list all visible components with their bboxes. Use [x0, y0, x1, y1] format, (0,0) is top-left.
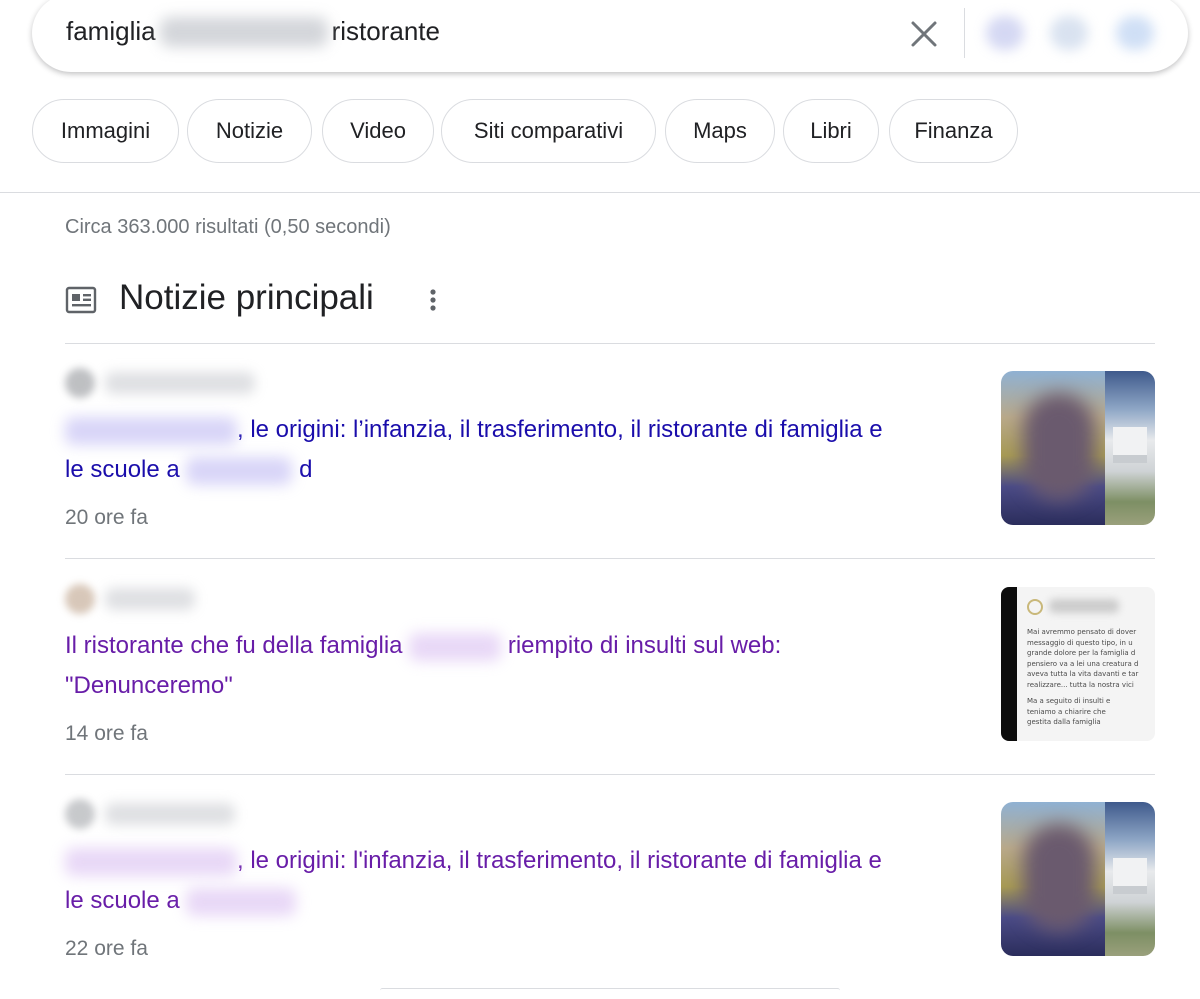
source-logo — [65, 799, 95, 829]
thumbnail-image — [1001, 802, 1155, 956]
redacted-name — [65, 847, 237, 876]
section-title: Notizie principali — [119, 278, 374, 317]
search-bar[interactable]: famiglia ristorante — [32, 0, 1188, 72]
headline-text: , le origini: l'infanzia, il trasferimen… — [237, 847, 882, 874]
article-age: 22 ore fa — [65, 937, 148, 960]
thumbnail-text: Mai avremmo pensato di dover messaggio d… — [1027, 628, 1139, 726]
search-input[interactable]: famiglia ristorante — [66, 16, 440, 47]
redacted-place — [186, 456, 293, 485]
search-bar-divider — [964, 8, 965, 58]
section-divider — [65, 343, 1155, 344]
more-options-icon[interactable] — [421, 286, 445, 314]
source-name-redacted — [105, 803, 235, 825]
headline-text: "Denunceremo" — [65, 672, 233, 699]
close-icon — [911, 21, 937, 47]
news-article[interactable]: , le origini: l'infanzia, il trasferimen… — [65, 799, 1155, 999]
source-name-redacted — [105, 372, 255, 394]
headline-text: d — [299, 456, 313, 483]
redacted-name — [409, 632, 502, 661]
chip-maps[interactable]: Maps — [665, 99, 775, 163]
clear-search-button[interactable] — [904, 14, 944, 54]
query-redacted-text — [159, 16, 328, 47]
article-thumbnail[interactable]: Mai avremmo pensato di dover messaggio d… — [1001, 587, 1155, 741]
article-divider — [65, 774, 1155, 775]
headline-text: riempito di insulti sul web: — [507, 632, 782, 659]
redacted-place — [186, 887, 297, 916]
article-headline[interactable]: , le origini: l'infanzia, il trasferimen… — [65, 841, 965, 921]
article-divider — [65, 558, 1155, 559]
headline-text: le scuole a — [65, 456, 180, 483]
article-source — [65, 368, 255, 398]
thumbnail-image — [1001, 371, 1155, 525]
chip-immagini[interactable]: Immagini — [32, 99, 179, 163]
redacted-name — [65, 416, 237, 445]
chip-finanza[interactable]: Finanza — [889, 99, 1018, 163]
headline-text: Il ristorante che fu della famiglia — [65, 632, 403, 659]
headline-text: le scuole a — [65, 887, 180, 914]
query-start: famiglia — [66, 16, 156, 46]
chip-notizie[interactable]: Notizie — [187, 99, 312, 163]
search-submit-icon[interactable] — [1116, 16, 1154, 50]
source-name-redacted — [105, 588, 195, 610]
voice-search-icon[interactable] — [986, 16, 1024, 50]
header-divider — [0, 192, 1200, 193]
article-age: 14 ore fa — [65, 722, 148, 745]
result-stats: Circa 363.000 risultati (0,50 secondi) — [65, 216, 391, 238]
article-headline[interactable]: Il ristorante che fu della famiglia riem… — [65, 626, 965, 706]
thumbnail-image: Mai avremmo pensato di dover messaggio d… — [1001, 587, 1155, 741]
headline-text: , le origini: l’infanzia, il trasferimen… — [237, 416, 883, 443]
query-end: ristorante — [331, 16, 440, 46]
news-article[interactable]: , le origini: l’infanzia, il trasferimen… — [65, 368, 1155, 568]
article-headline[interactable]: , le origini: l’infanzia, il trasferimen… — [65, 410, 965, 490]
chip-libri[interactable]: Libri — [783, 99, 879, 163]
image-search-icon[interactable] — [1050, 16, 1088, 50]
more-news-button[interactable] — [380, 988, 840, 993]
article-age: 20 ore fa — [65, 506, 148, 529]
news-article[interactable]: Il ristorante che fu della famiglia riem… — [65, 584, 1155, 784]
article-thumbnail[interactable] — [1001, 802, 1155, 956]
article-source — [65, 584, 195, 614]
article-source — [65, 799, 235, 829]
source-logo — [65, 368, 95, 398]
article-thumbnail[interactable] — [1001, 371, 1155, 525]
chip-siti-comparativi[interactable]: Siti comparativi — [441, 99, 656, 163]
newspaper-icon — [65, 286, 97, 314]
source-logo — [65, 584, 95, 614]
chip-video[interactable]: Video — [322, 99, 434, 163]
